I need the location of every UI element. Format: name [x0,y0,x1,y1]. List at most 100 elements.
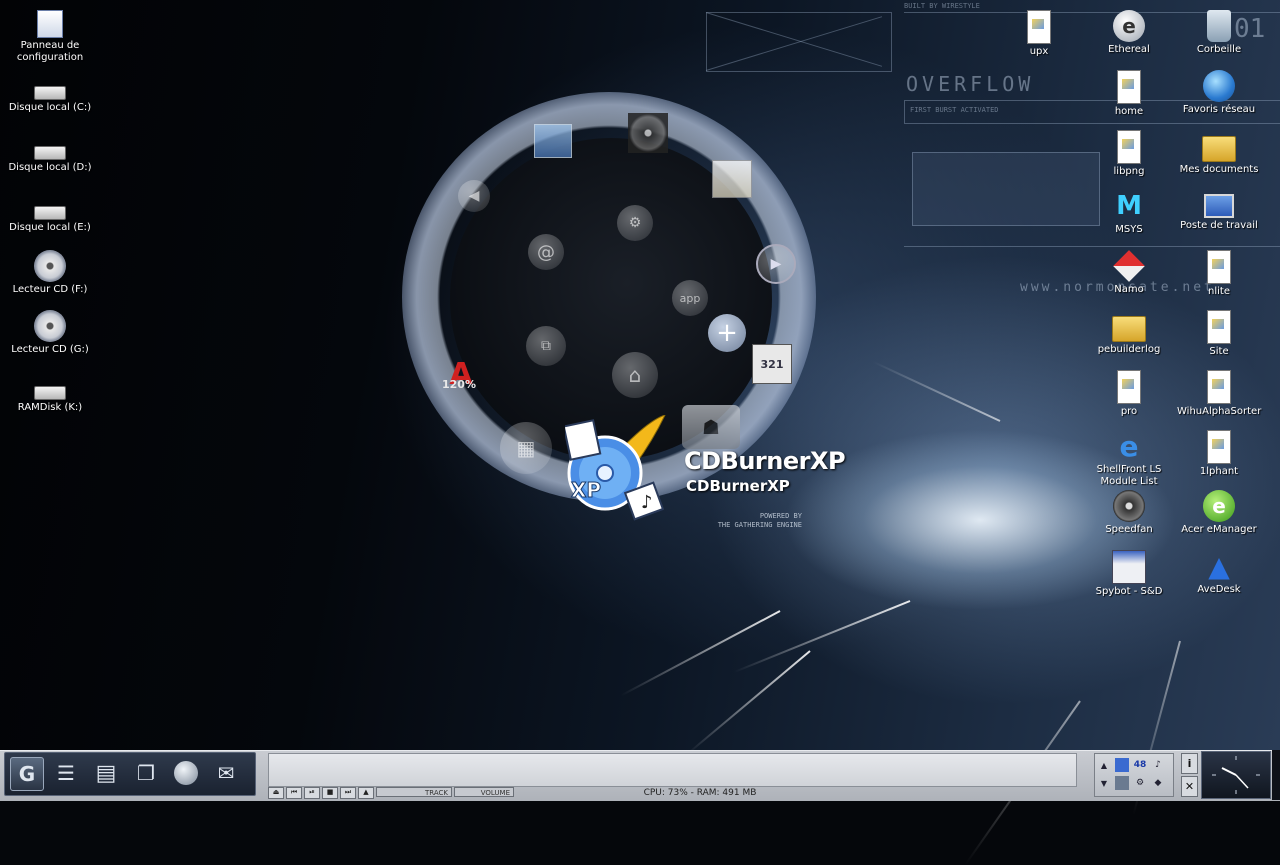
desktop-icon-home[interactable]: home [1087,70,1171,118]
previous-button[interactable]: ⏮ [286,787,302,799]
clapper-icon[interactable]: 321 [752,344,792,384]
media-controls: ⏏ ⏮ ⏯ ■ ⏭ ▲ TRACK VOLUME [268,787,530,799]
cd-drive-icon [34,310,66,342]
notepad-icon[interactable] [712,160,752,198]
start-g-label: G [18,762,36,786]
at-sign-icon[interactable]: @ [528,234,564,270]
desktop-icon-ethereal[interactable]: e Ethereal [1087,10,1171,56]
cdburnerxp-icon[interactable]: ♪ XP [562,414,667,521]
desktop-icon-1lphant[interactable]: 1lphant [1177,430,1261,478]
acrobat-zoom-label: 120% [442,378,476,391]
network-computers-icon[interactable]: ❐ [130,757,162,789]
network-icon[interactable]: ⧉ [526,326,566,366]
desktop-icon-drive-c[interactable]: Disque local (C:) [8,76,92,114]
acrobat-icon[interactable]: A 120% [436,352,486,396]
list-menu-icon[interactable]: ☰ [50,757,82,789]
volume-icon[interactable]: ◀ [458,180,490,212]
desktop-icon-nlite[interactable]: nlite [1177,250,1261,298]
desktop-icon-mes-documents[interactable]: Mes documents [1177,130,1261,176]
computer-tray-icon[interactable] [1115,776,1129,790]
scroll-up-icon[interactable]: ▲ [1097,758,1111,772]
desktop-icon-site[interactable]: Site [1177,310,1261,358]
shield-tray-icon[interactable]: ◆ [1151,776,1165,790]
document-icon [1117,70,1141,104]
desktop-icon-cd-g[interactable]: Lecteur CD (G:) [8,310,92,356]
document-icon [1207,370,1231,404]
hard-drive-icon [34,386,66,400]
mail-tray-icon[interactable]: ✉ [210,757,242,789]
desktop-icon-avedesk[interactable]: ▲ AveDesk [1177,550,1261,596]
play-pause-button[interactable]: ⏯ [304,787,320,799]
desktop-icon-libpng[interactable]: libpng [1087,130,1171,178]
network-tray-icon[interactable] [1115,758,1129,772]
volume-slider[interactable]: VOLUME [454,787,514,797]
desktop-icon-label: 1lphant [1199,466,1239,477]
fan-icon[interactable] [628,113,668,153]
side-buttons: i ✕ [1181,753,1198,797]
desktop-icon-pro[interactable]: pro [1087,370,1171,418]
app-icon[interactable]: app [672,280,708,316]
play-icon[interactable]: ▶ [756,244,796,284]
calculator-icon[interactable]: ▦ [500,422,552,474]
my-computer-icon [1204,194,1234,218]
next-button[interactable]: ⏭ [340,787,356,799]
analog-clock[interactable] [1201,751,1271,799]
desktop-icon-cd-f[interactable]: Lecteur CD (F:) [8,250,92,296]
desktop-icon-label: Favoris réseau [1182,104,1256,115]
desktop-icon-corbeille[interactable]: Corbeille [1177,10,1261,56]
document-icon [1117,370,1141,404]
desktop-icon-label: Namo [1114,284,1144,295]
desktop-icon-pebuilderlog[interactable]: pebuilderlog [1087,310,1171,356]
desktop-icon-label: RAMDisk (K:) [17,402,83,413]
desktop-icon-control-panel[interactable]: Panneau de configuration [8,10,92,64]
stop-button[interactable]: ■ [322,787,338,799]
add-icon[interactable]: + [708,314,746,352]
desktop-icon-shellfront[interactable]: e ShellFront LS Module List [1087,430,1171,488]
gear-tray-icon[interactable]: ⚙ [1133,776,1147,790]
tray-number[interactable]: 48 [1133,758,1147,772]
book-icon[interactable]: ▤ [90,757,122,789]
info-button[interactable]: i [1181,753,1198,774]
alien-icon[interactable]: ☗ [682,405,740,449]
close-button[interactable]: ✕ [1181,776,1198,797]
desktop-icon-label: Lecteur CD (F:) [12,284,88,295]
display-settings-icon[interactable] [534,124,572,158]
engine-text: THE GATHERING ENGINE [717,521,802,529]
desktop-icon-spybot[interactable]: Spybot - S&D [1087,550,1171,598]
desktop-icon-label: Panneau de configuration [16,40,84,63]
desktop-icon-ramdisk[interactable]: RAMDisk (K:) [8,376,92,414]
scroll-down-icon[interactable]: ▼ [1097,776,1111,790]
network-places-icon [1203,70,1235,102]
launcher-selected-title: CDBurnerXP [684,447,846,475]
desktop-icon-label: Poste de travail [1180,220,1258,231]
wallpaper-brand: OVERFLOW [906,72,1035,96]
wallpaper-built-by: BUILT BY WIRESTYLE [904,2,980,10]
desktop-icon-label: AveDesk [1197,584,1241,595]
desktop-icon-msys[interactable]: M MSYS [1087,190,1171,236]
namo-icon [1113,250,1145,282]
desktop-icon-upx[interactable]: upx [997,10,1081,58]
desktop-icon-namo[interactable]: Namo [1087,250,1171,296]
desktop-icon-label: Speedfan [1105,524,1153,535]
desktop-icon-speedfan[interactable]: Speedfan [1087,490,1171,536]
open-button[interactable]: ▲ [358,787,374,799]
badge-label: XP [571,478,601,502]
track-slider[interactable]: TRACK [376,787,452,797]
eject-button[interactable]: ⏏ [268,787,284,799]
speaker-tray-icon[interactable]: ♪ [1151,758,1165,772]
hard-drive-icon [34,86,66,100]
desktop-icon-wihualphasorter[interactable]: WihuAlphaSorter [1177,370,1261,418]
desktop-icon-drive-e[interactable]: Disque local (E:) [8,196,92,234]
desktop-icon-acer-emanager[interactable]: e Acer eManager [1177,490,1261,536]
task-list-area[interactable] [268,753,1077,787]
start-g-icon[interactable]: G [10,757,44,791]
internet-explorer-icon: e [1119,429,1139,463]
home-icon[interactable]: ⌂ [612,352,658,398]
desktop-icon-poste-de-travail[interactable]: Poste de travail [1177,190,1261,232]
powered-by-text: POWERED BY [759,512,802,520]
settings-gears-icon[interactable]: ⚙ [617,205,653,241]
globe-icon[interactable] [170,757,202,789]
desktop-icon-label: Spybot - S&D [1095,586,1163,597]
desktop-icon-favoris-reseau[interactable]: Favoris réseau [1177,70,1261,116]
desktop-icon-drive-d[interactable]: Disque local (D:) [8,136,92,174]
